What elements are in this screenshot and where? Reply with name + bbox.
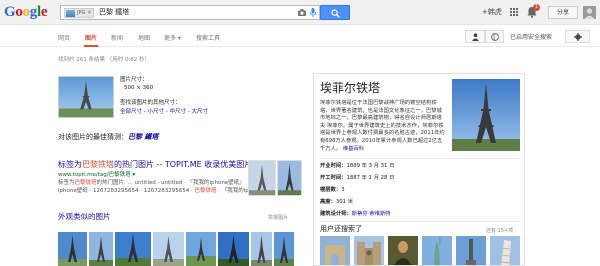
gear-icon [574, 33, 582, 41]
kp-description-text: 埃菲尔铁塔是位于法国巴黎战神广场的镂空结构铁塔，世界著名建筑，也是法国文化象征之… [320, 100, 445, 152]
kp-fact-label: 开工时间： [320, 175, 347, 181]
kp-fact-height: 高度：301 米 [320, 198, 353, 206]
tab-maps[interactable]: 地图 [138, 35, 150, 43]
result-title-highlight: 巴黎铁塔 [82, 160, 114, 169]
similar-image[interactable] [274, 232, 294, 266]
snippet1-pre: 标签为 [58, 180, 75, 186]
image-size-value: 500 × 360 [124, 85, 154, 91]
search-button[interactable] [320, 5, 350, 20]
tab-news[interactable]: 新闻 [111, 35, 123, 43]
safe-search-status[interactable]: 已启用安全搜索 [510, 34, 552, 42]
result-thumbnail[interactable] [277, 160, 302, 196]
share-button[interactable]: 分享 [548, 6, 578, 19]
camera-icon[interactable] [298, 9, 306, 16]
size-filter-links[interactable]: 全部尺寸 - 小尺寸 - 中尺寸 - 大尺寸 [120, 108, 208, 116]
user-profile-link[interactable]: +韩虎 [482, 6, 502, 18]
globe-view-button[interactable] [485, 30, 504, 43]
kp-fact-label: 建筑设计师： [320, 211, 352, 217]
similar-image[interactable] [115, 232, 151, 266]
search-chip-label: JPG [77, 10, 86, 16]
query-image-thumbnail [66, 10, 75, 17]
knowledge-panel: 埃菲尔铁塔 埃菲尔铁塔是位于法国巴黎战神广场的镂空结构铁塔，世界著名建筑，也是法… [313, 73, 525, 266]
search-input[interactable]: 巴黎 鐵塔 [99, 6, 129, 19]
kp-fact-label: 楼层数： [320, 187, 342, 193]
similar-image[interactable] [218, 232, 249, 266]
result-url[interactable]: www.topit.me/tag/巴黎铁塔 ▾ [58, 171, 135, 179]
kp-divider [320, 158, 520, 159]
snippet1-post: 的热门图片. ... untitled · untitled · 『我我的iph… [96, 180, 245, 186]
kp-fact-label: 开业时间： [320, 163, 347, 169]
kp-source-link[interactable]: 维基百科 [343, 146, 364, 152]
result-snippet-line-2: iphone壁纸 · 1267283295654 · 1267283295654… [58, 187, 279, 195]
kp-main-photo[interactable] [452, 79, 520, 151]
settings-button[interactable] [565, 30, 590, 43]
tab-more[interactable]: 更多 ▾ [164, 35, 181, 43]
result-title-post: 的热门图片 -- TOPIT.ME 收录优美图片 [114, 160, 253, 169]
best-guess: 对该图片的最佳猜测：巴黎 鐵塔 [58, 132, 158, 142]
kp-fact-architect: 建筑设计师：斯蒂芬·索维斯特 [320, 210, 391, 218]
kp-fact-value: 1889 年 3 月 31 日 [346, 163, 395, 169]
top-bar: Google JPG × 巴黎 鐵塔 +韩虎 1 分享 [0, 0, 600, 25]
kp-architect-link[interactable]: 斯蒂芬·索维斯特 [352, 211, 391, 217]
search-box[interactable]: JPG × 巴黎 鐵塔 [60, 5, 320, 20]
kp-related-mona-lisa[interactable] [388, 236, 418, 266]
kp-fact-value: 3 [341, 187, 345, 193]
account-view-button[interactable] [465, 30, 485, 43]
kp-related-landmark-tower[interactable] [456, 236, 486, 266]
kp-description: 埃菲尔铁塔是位于法国巴黎战神广场的镂空结构铁塔，世界著名建筑，也是法国文化象征之… [320, 100, 446, 153]
globe-icon [491, 33, 499, 41]
similar-image[interactable] [153, 232, 184, 266]
kp-fact-construction: 开工时间：1887 年 1 月 28 日 [320, 174, 394, 182]
similar-image[interactable] [251, 232, 272, 266]
remove-image-icon[interactable]: × [87, 9, 92, 17]
result-title-link[interactable]: 标签为巴黎铁塔的热门图片 -- TOPIT.ME 收录优美图片 [58, 160, 252, 170]
microphone-icon[interactable] [310, 8, 316, 17]
similar-image[interactable] [186, 232, 216, 266]
kp-related-leaning-tower[interactable] [490, 236, 520, 266]
similar-image[interactable] [58, 232, 87, 266]
notification-count-badge: 1 [533, 4, 540, 11]
kp-divider [320, 221, 520, 222]
similar-image[interactable] [89, 232, 113, 266]
search-image-chip[interactable]: JPG × [64, 8, 94, 18]
tab-web[interactable]: 网页 [58, 35, 70, 43]
kp-related-notre-dame[interactable] [354, 236, 384, 266]
kp-related-arc-de-triomphe[interactable] [320, 236, 350, 266]
kp-more-link[interactable]: 还有 15+项 [486, 227, 513, 234]
kp-fact-value: 1887 年 1 月 28 日 [346, 175, 395, 181]
active-tab-indicator [84, 45, 98, 47]
query-image-preview[interactable] [58, 76, 114, 118]
kp-title: 埃菲尔铁塔 [320, 81, 381, 95]
tab-search-tools[interactable]: 搜索工具 [196, 35, 220, 43]
kp-fact-label: 高度： [320, 199, 336, 205]
image-size-label: 图片尺寸： [120, 77, 148, 83]
snippet2-pre: iphone壁纸 · 1267283295654 · 1267283295654… [58, 188, 195, 194]
snippet1-highlight: 巴黎铁塔 [74, 180, 97, 186]
google-logo[interactable]: Google [4, 3, 48, 21]
kp-fact-value: 301 米 [335, 199, 353, 205]
kp-also-searched-title: 用户还搜索了 [320, 225, 362, 233]
kp-related-statue-of-liberty[interactable] [422, 236, 452, 266]
search-icon [331, 9, 340, 18]
search-tabs: 网页 图片 新闻 地图 更多 ▾ 搜索工具 已启用安全搜索 [0, 26, 600, 47]
avatar[interactable] [583, 6, 596, 19]
result-title-pre: 标签为 [58, 160, 82, 169]
tab-images[interactable]: 图片 [85, 35, 97, 43]
similar-images-title[interactable]: 外观类似的图片 [58, 212, 111, 222]
result-stats: 找到约 261 条结果 （用时 0.82 秒） [58, 57, 150, 63]
snippet2-highlight: 巴黎铁塔 [194, 188, 217, 194]
apps-grid-icon[interactable] [510, 8, 518, 16]
other-sizes-label: 查找该图片的其他尺寸： [120, 100, 181, 106]
best-guess-label: 对该图片的最佳猜测： [58, 133, 128, 141]
person-icon [472, 33, 479, 41]
report-images-link[interactable]: 举报图片 [268, 214, 288, 221]
kp-fact-opened: 开业时间：1889 年 3 月 31 日 [320, 162, 394, 170]
best-guess-link[interactable]: 巴黎 鐵塔 [128, 133, 158, 141]
result-thumbnail[interactable] [248, 160, 276, 196]
kp-fact-floors: 楼层数：3 [320, 186, 345, 194]
